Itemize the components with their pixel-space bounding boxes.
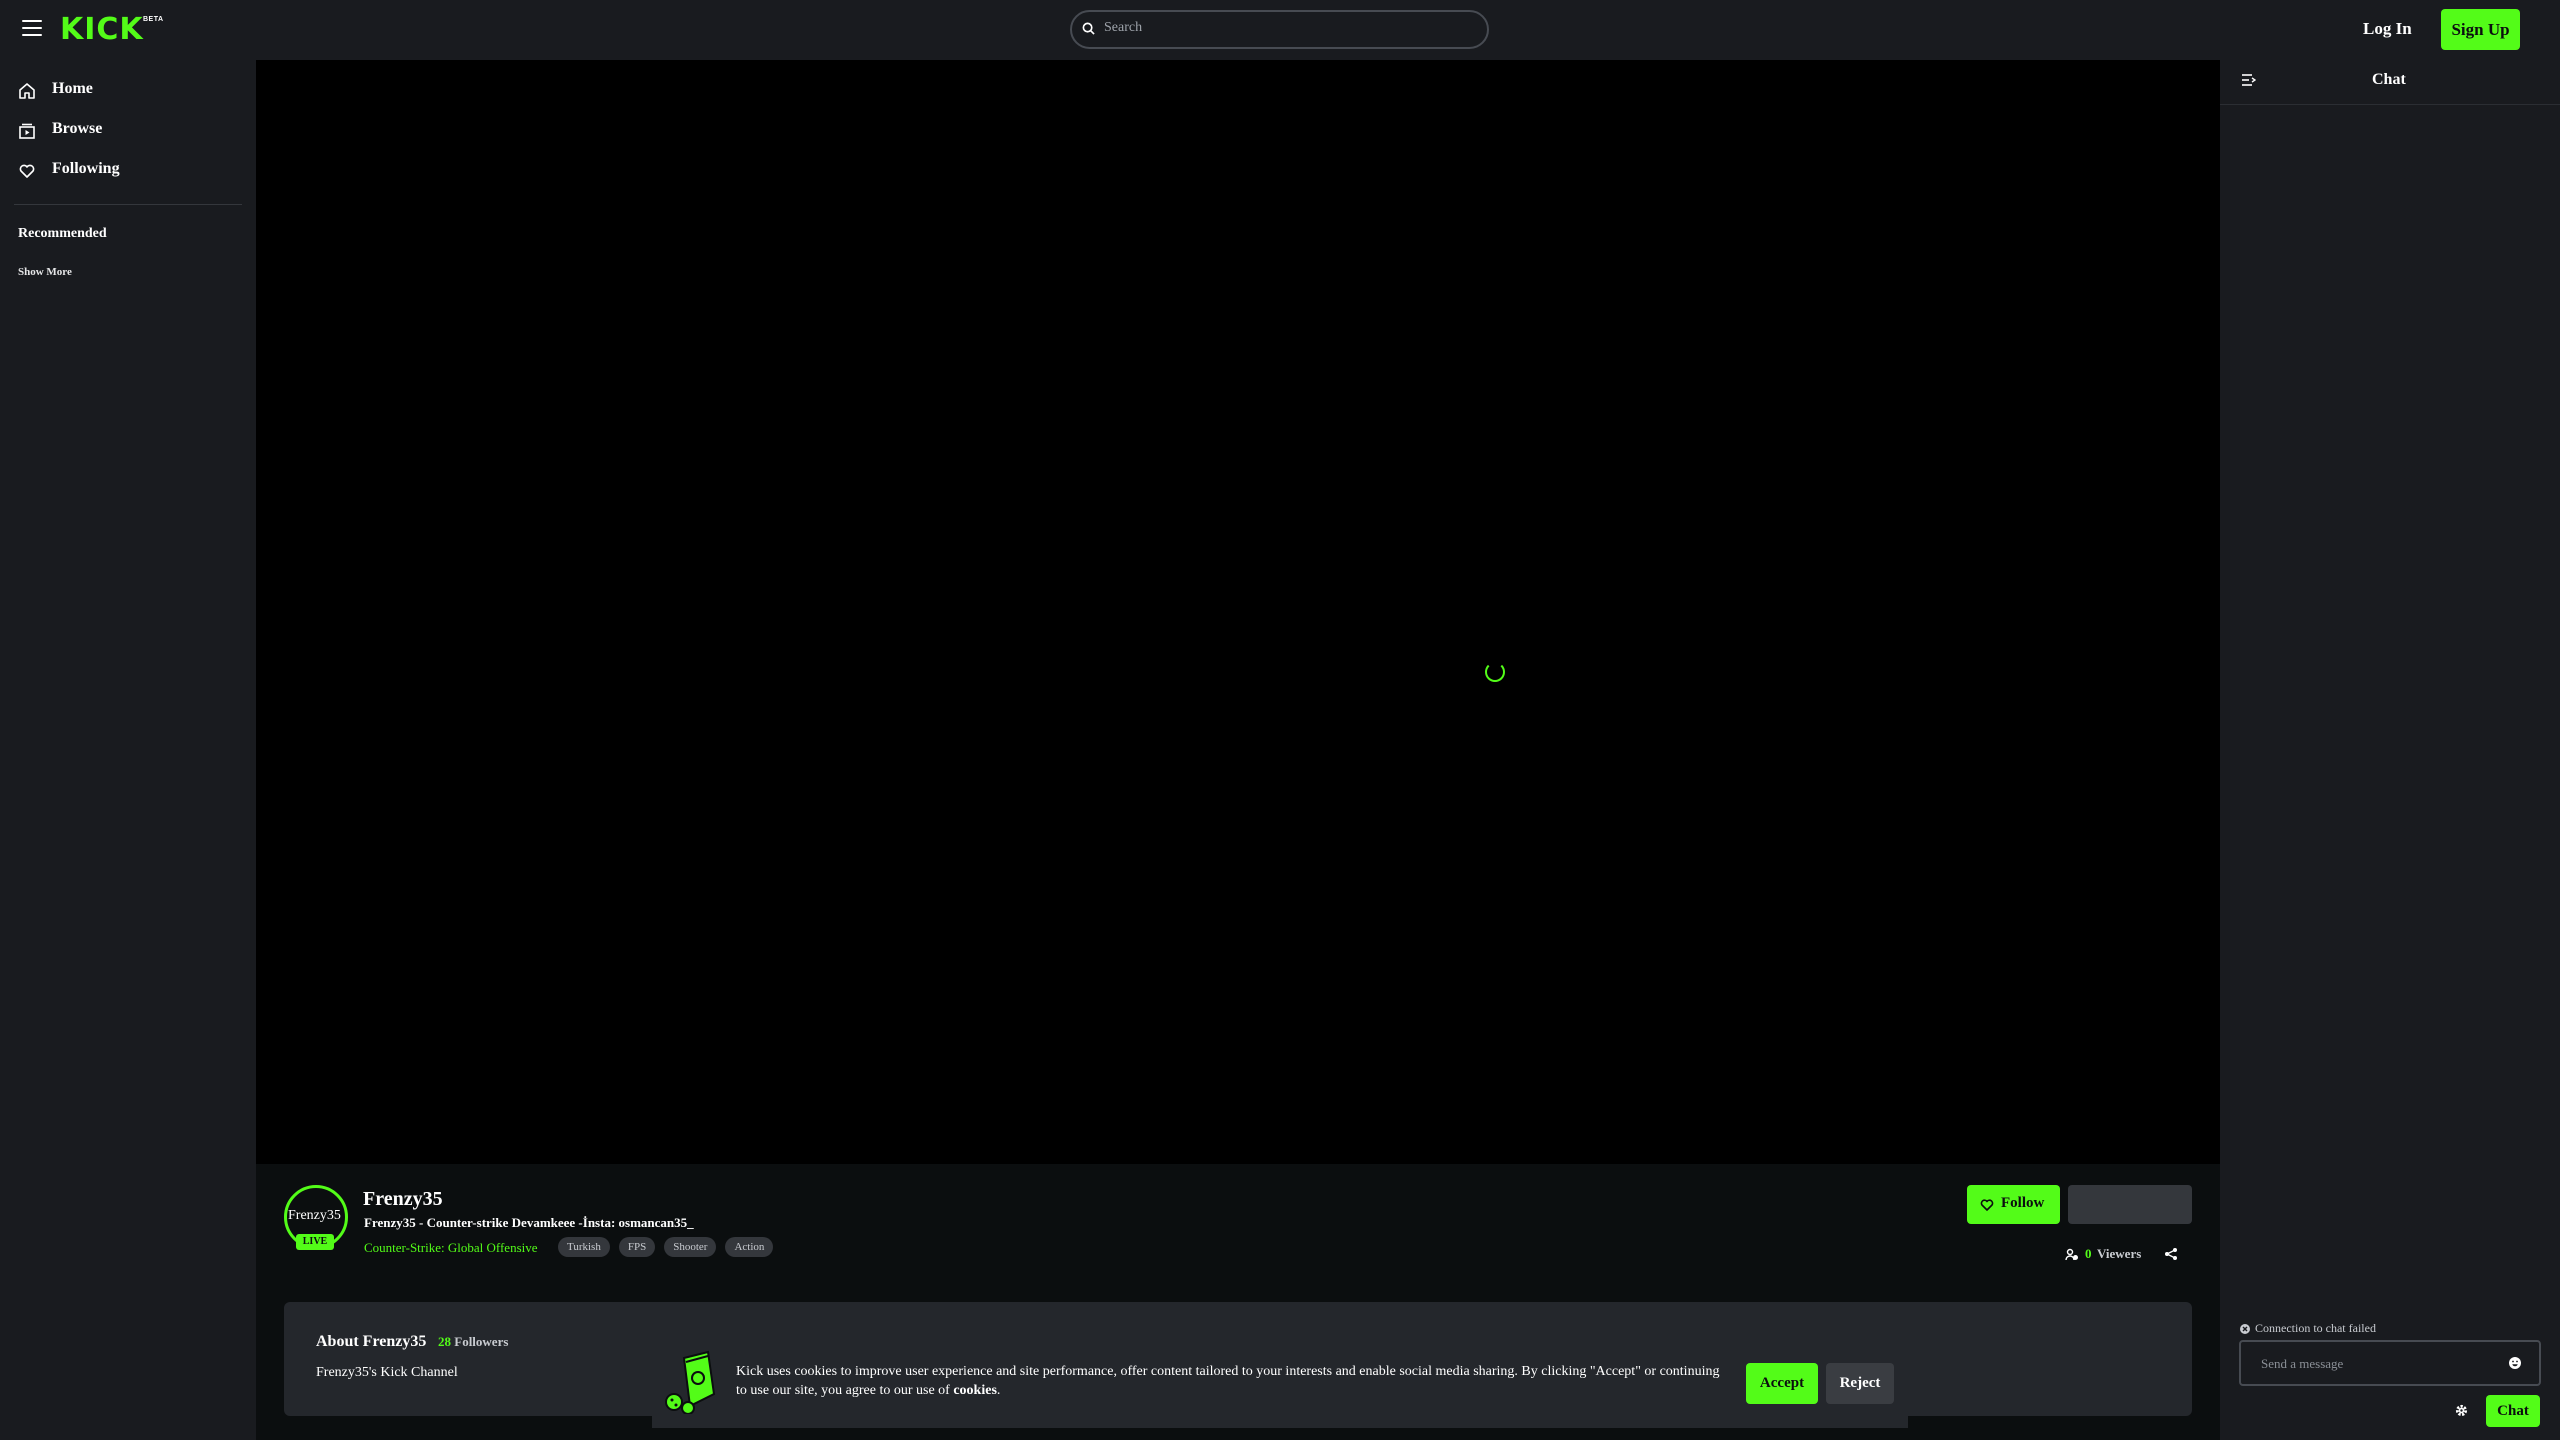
viewer-number: 0 — [2085, 1246, 2092, 1261]
chat-input-placeholder: Send a message — [2261, 1356, 2344, 1371]
sidebar-item-label: Browse — [52, 120, 103, 137]
followers-label: Followers — [454, 1334, 509, 1349]
heart-icon — [19, 164, 35, 178]
sidebar-item-browse[interactable]: Browse — [18, 119, 238, 143]
chat-header-divider — [2220, 104, 2560, 105]
about-title: About Frenzy35 — [316, 1333, 427, 1350]
cookies-link[interactable]: cookies — [953, 1383, 997, 1398]
reject-cookies-button[interactable]: Reject — [1826, 1363, 1894, 1404]
about-description: Frenzy35's Kick Channel — [316, 1365, 458, 1380]
accept-cookies-button[interactable]: Accept — [1746, 1363, 1818, 1404]
sidebar-item-home[interactable]: Home — [18, 79, 238, 103]
sidebar-item-label: Home — [52, 80, 93, 97]
search-icon — [1082, 22, 1095, 35]
avatar-alt-text: Frenzy35 — [288, 1208, 341, 1223]
sidebar-divider — [14, 204, 242, 205]
show-more-link[interactable]: Show More — [18, 266, 72, 278]
follower-number: 28 — [438, 1334, 451, 1349]
loading-spinner-icon — [1485, 662, 1505, 682]
category-link[interactable]: Counter-Strike: Global Offensive — [364, 1240, 538, 1256]
emoji-icon[interactable] — [2508, 1356, 2522, 1370]
search-placeholder: Search — [1104, 20, 1143, 35]
sidebar-item-following[interactable]: Following — [18, 159, 238, 183]
cookie-message: Kick uses cookies to improve user experi… — [736, 1362, 1726, 1400]
heart-icon — [1980, 1199, 1994, 1211]
tag[interactable]: Turkish — [558, 1237, 610, 1257]
gear-icon[interactable] — [2455, 1404, 2468, 1417]
chat-panel — [2220, 60, 2560, 1440]
cookie-jar-icon — [665, 1350, 716, 1414]
chat-title: Chat — [2372, 71, 2406, 88]
cookie-text-end: . — [996, 1383, 1001, 1398]
viewers-label: Viewers — [2097, 1246, 2142, 1261]
follow-button[interactable]: Follow — [1967, 1185, 2060, 1224]
recommended-title: Recommended — [18, 226, 107, 241]
chat-status-text: Connection to chat failed — [2255, 1321, 2376, 1335]
viewers-icon — [2065, 1248, 2078, 1261]
tag[interactable]: FPS — [618, 1237, 656, 1257]
login-button[interactable]: Log In — [2363, 19, 2412, 39]
home-icon — [19, 83, 35, 99]
share-icon[interactable] — [2164, 1247, 2178, 1261]
collapse-chat-icon[interactable] — [2242, 74, 2256, 86]
signup-button[interactable]: Sign Up — [2441, 9, 2520, 50]
video-player[interactable] — [256, 60, 2220, 1164]
sidebar-item-label: Following — [52, 160, 120, 177]
tag-list: Turkish FPS Shooter Action — [558, 1237, 774, 1257]
beta-badge: BETA — [143, 16, 164, 23]
tag[interactable]: Action — [725, 1237, 774, 1257]
tag[interactable]: Shooter — [664, 1237, 717, 1257]
stream-title: Frenzy35 - Counter-strike Devamkeee -İns… — [364, 1215, 694, 1230]
subscribe-button[interactable] — [2068, 1185, 2192, 1224]
send-chat-button[interactable]: Chat — [2486, 1395, 2540, 1427]
menu-icon[interactable] — [22, 20, 42, 38]
cookie-text: Kick uses cookies to improve user experi… — [736, 1364, 1720, 1398]
follower-count: 28 Followers — [438, 1334, 508, 1350]
channel-name[interactable]: Frenzy35 — [363, 1188, 443, 1211]
follow-label: Follow — [2001, 1195, 2045, 1211]
browse-icon — [19, 123, 35, 139]
kick-logo[interactable]: KICK — [60, 14, 144, 46]
error-icon — [2240, 1324, 2250, 1334]
live-badge: LIVE — [296, 1234, 334, 1250]
